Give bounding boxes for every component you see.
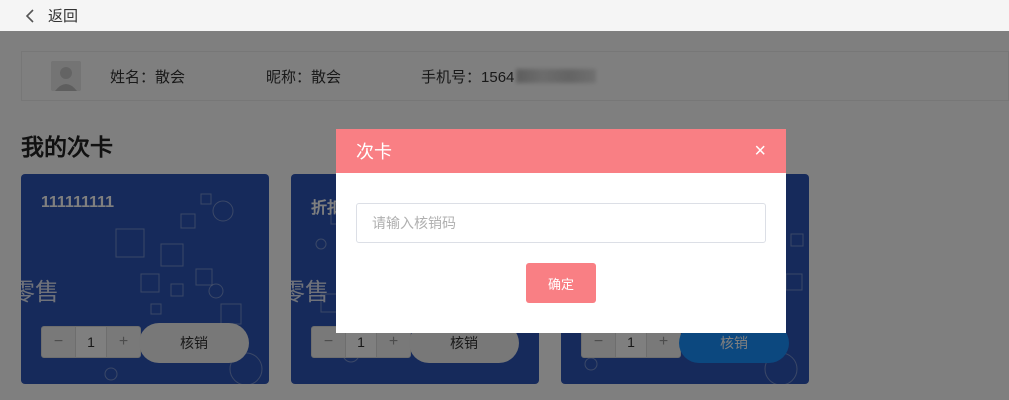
dialog-header: 次卡 × xyxy=(336,129,786,173)
chevron-left-icon[interactable] xyxy=(20,6,40,26)
top-bar: 返回 xyxy=(0,0,1009,31)
close-icon[interactable]: × xyxy=(754,141,766,161)
confirm-button[interactable]: 确定 xyxy=(526,263,596,303)
back-button[interactable]: 返回 xyxy=(48,5,78,26)
redeem-code-input[interactable] xyxy=(356,203,766,243)
redeem-dialog: 次卡 × 确定 xyxy=(336,129,786,333)
dialog-title: 次卡 xyxy=(356,142,392,162)
